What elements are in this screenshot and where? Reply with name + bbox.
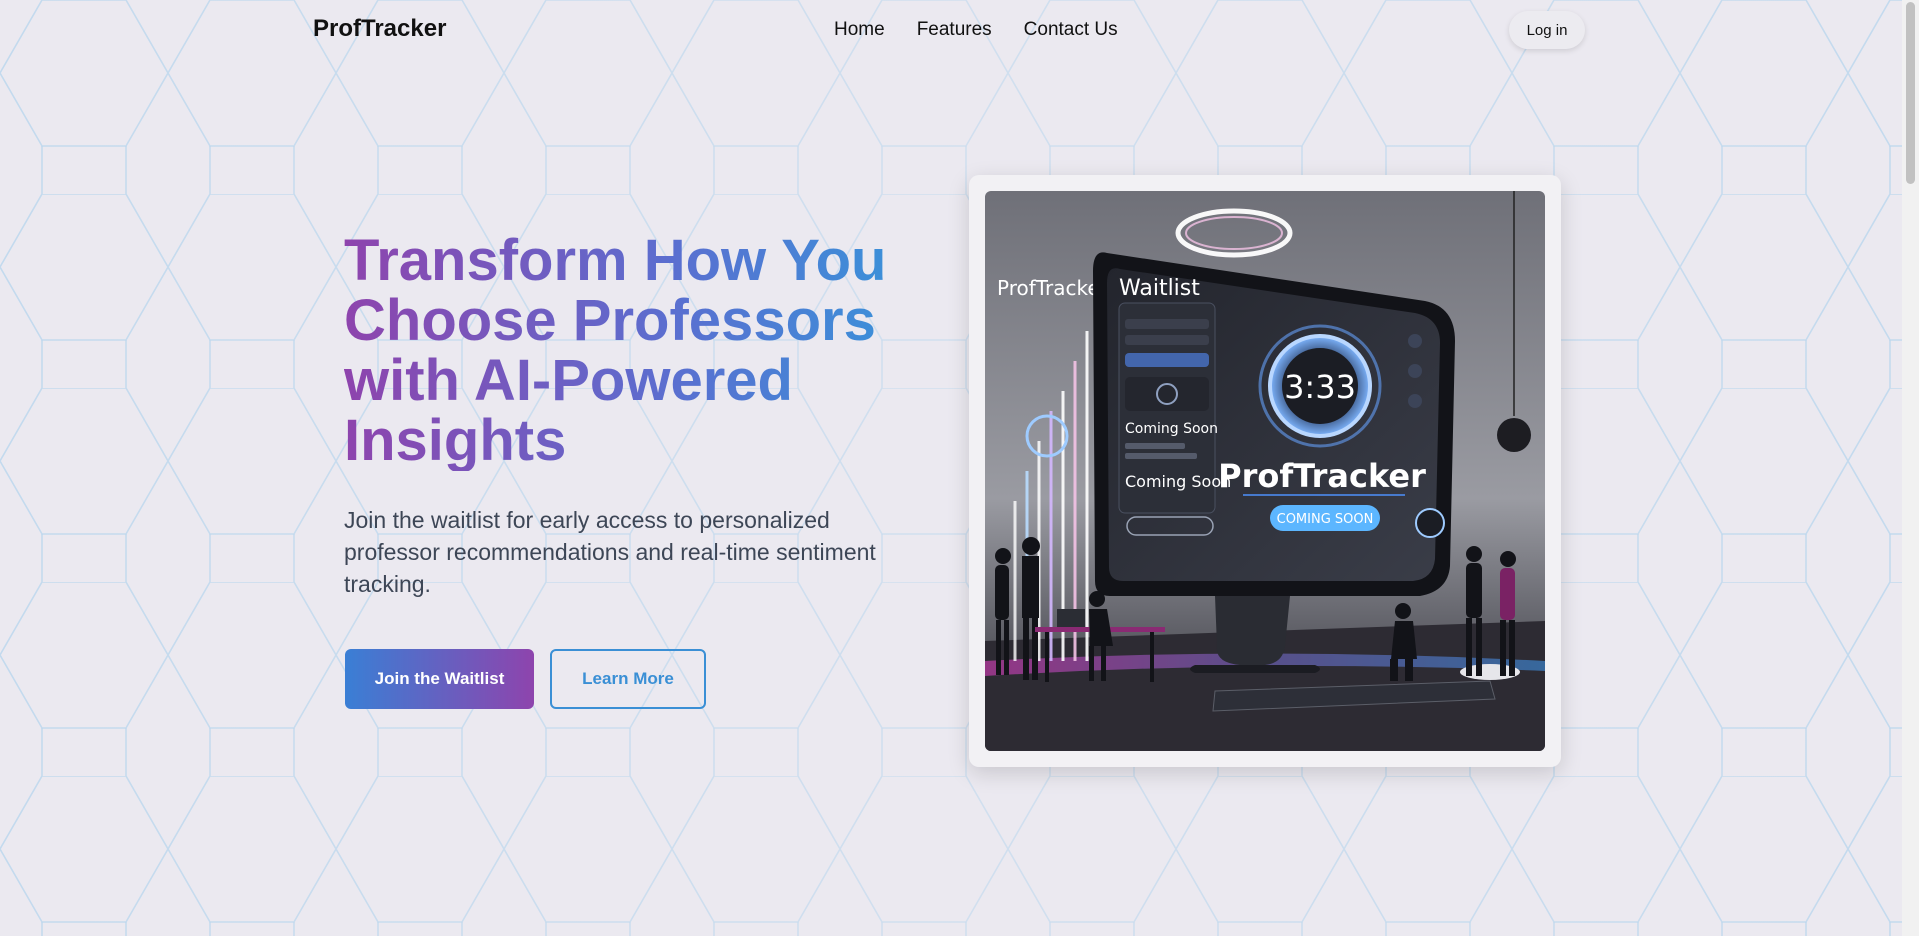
scrollbar-thumb[interactable]	[1906, 2, 1915, 184]
brand-logo[interactable]: ProfTracker	[313, 15, 446, 43]
login-button[interactable]: Log in	[1509, 11, 1585, 49]
hero-image-card: ProfTracker Waitlist Coming Soon Coming …	[969, 175, 1561, 767]
illustration-screen-brand: ProfTracker	[1218, 457, 1426, 495]
join-waitlist-button[interactable]: Join the Waitlist	[345, 649, 534, 709]
illustration-coming-soon-1: Coming Soon	[1125, 421, 1218, 437]
illustration-coming-soon-2: Coming Soon	[1125, 472, 1231, 491]
page-scrollbar[interactable]	[1902, 0, 1919, 936]
illustration-logo-text: ProfTracker	[997, 276, 1109, 300]
nav-link-contact-us[interactable]: Contact Us	[1024, 19, 1118, 41]
hero-illustration: ProfTracker Waitlist Coming Soon Coming …	[985, 191, 1545, 751]
hero-subtitle: Join the waitlist for early access to pe…	[344, 507, 876, 597]
hero-title: Transform How You Choose Professors with…	[344, 231, 944, 471]
hero-illustration-svg: ProfTracker Waitlist Coming Soon Coming …	[985, 191, 1545, 751]
navbar: ProfTracker Home Features Contact Us Log…	[0, 0, 1902, 60]
hexagon-pattern-background	[0, 0, 1919, 936]
illustration-clock: 3:33	[1284, 368, 1356, 406]
illustration-panel-title: Waitlist	[1119, 276, 1200, 301]
learn-more-button[interactable]: Learn More	[550, 649, 706, 709]
nav-link-home[interactable]: Home	[834, 19, 885, 41]
illustration-screen-badge: COMING SOON	[1277, 512, 1374, 527]
nav-link-features[interactable]: Features	[917, 19, 992, 41]
nav-links: Home Features Contact Us	[834, 19, 1118, 41]
